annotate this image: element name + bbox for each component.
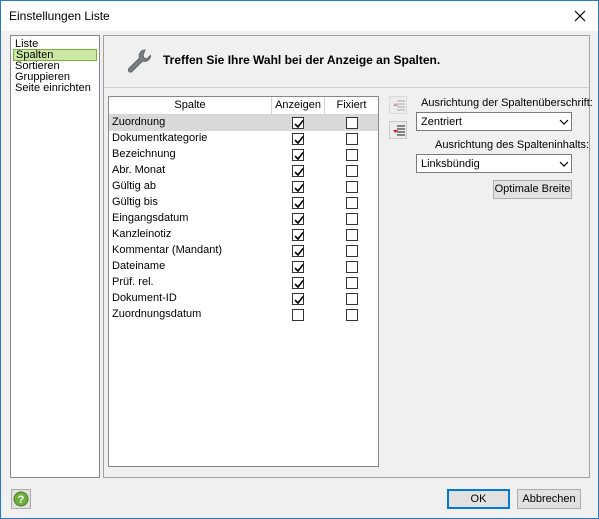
show-checkbox[interactable]: [292, 261, 304, 273]
fixed-checkbox[interactable]: [346, 181, 358, 193]
header-align-value: Zentriert: [421, 116, 462, 128]
row-column-name: Bezeichnung: [112, 148, 176, 160]
row-column-name: Prüf. rel.: [112, 276, 154, 288]
help-button[interactable]: ?: [11, 489, 31, 509]
table-row[interactable]: Gültig ab: [109, 179, 378, 195]
show-checkbox[interactable]: [292, 213, 304, 225]
fixed-checkbox[interactable]: [346, 261, 358, 273]
table-row[interactable]: Zuordnung: [109, 115, 378, 131]
show-checkbox[interactable]: [292, 293, 304, 305]
row-column-name: Dateiname: [112, 260, 166, 272]
table-row[interactable]: Zuordnungsdatum: [109, 307, 378, 323]
table-row[interactable]: Dokumentkategorie: [109, 131, 378, 147]
table-row[interactable]: Prüf. rel.: [109, 275, 378, 291]
show-checkbox[interactable]: [292, 181, 304, 193]
fixed-checkbox[interactable]: [346, 213, 358, 225]
title-bar: Einstellungen Liste: [1, 1, 598, 31]
show-checkbox[interactable]: [292, 117, 304, 129]
content-panel: Treffen Sie Ihre Wahl bei der Anzeige an…: [103, 35, 593, 478]
table-row[interactable]: Eingangsdatum: [109, 211, 378, 227]
table-row[interactable]: Dateiname: [109, 259, 378, 275]
panel-header: Treffen Sie Ihre Wahl bei der Anzeige an…: [104, 36, 589, 88]
svg-text:?: ?: [18, 494, 25, 506]
move-up-button[interactable]: [389, 96, 407, 114]
move-up-icon: [393, 100, 405, 111]
cancel-button[interactable]: Abbrechen: [517, 489, 581, 509]
header-align-select[interactable]: Zentriert: [416, 112, 572, 131]
row-column-name: Dokumentkategorie: [112, 132, 208, 144]
table-row[interactable]: Kanzleinotiz: [109, 227, 378, 243]
content-align-value: Linksbündig: [421, 158, 480, 170]
table-row[interactable]: Kommentar (Mandant): [109, 243, 378, 259]
table-row[interactable]: Dokument-ID: [109, 291, 378, 307]
close-icon: [574, 10, 586, 22]
column-header-anzeigen[interactable]: Anzeigen: [272, 97, 325, 115]
optimal-width-button[interactable]: Optimale Breite: [493, 180, 572, 199]
table-row[interactable]: Bezeichnung: [109, 147, 378, 163]
dialog-window: Einstellungen Liste Liste Spalten Sortie…: [0, 0, 599, 519]
column-header-spalte[interactable]: Spalte: [109, 97, 272, 115]
fixed-checkbox[interactable]: [346, 229, 358, 241]
fixed-checkbox[interactable]: [346, 293, 358, 305]
show-checkbox[interactable]: [292, 133, 304, 145]
chevron-down-icon: [555, 113, 571, 130]
close-button[interactable]: [562, 1, 598, 31]
content-align-label: Ausrichtung des Spalteninhalts:: [435, 139, 590, 151]
row-column-name: Kanzleinotiz: [112, 228, 172, 240]
move-down-button[interactable]: [389, 121, 407, 139]
chevron-down-icon: [555, 155, 571, 172]
row-column-name: Zuordnungsdatum: [112, 308, 202, 320]
row-column-name: Kommentar (Mandant): [112, 244, 223, 256]
table-row[interactable]: Abr. Monat: [109, 163, 378, 179]
fixed-checkbox[interactable]: [346, 149, 358, 161]
show-checkbox[interactable]: [292, 245, 304, 257]
fixed-checkbox[interactable]: [346, 117, 358, 129]
move-down-icon: [393, 125, 405, 136]
row-column-name: Abr. Monat: [112, 164, 166, 176]
ok-button[interactable]: OK: [447, 489, 510, 509]
row-column-name: Eingangsdatum: [112, 212, 189, 224]
row-column-name: Gültig bis: [112, 196, 158, 208]
show-checkbox[interactable]: [292, 277, 304, 289]
fixed-checkbox[interactable]: [346, 133, 358, 145]
fixed-checkbox[interactable]: [346, 165, 358, 177]
show-checkbox[interactable]: [292, 229, 304, 241]
columns-table: Spalte Anzeigen Fixiert Zuordnung Dokumen…: [108, 96, 379, 467]
wrench-icon: [127, 49, 152, 73]
window-title: Einstellungen Liste: [9, 9, 110, 23]
help-icon: ?: [13, 491, 29, 507]
show-checkbox[interactable]: [292, 197, 304, 209]
fixed-checkbox[interactable]: [346, 309, 358, 321]
panel-header-text: Treffen Sie Ihre Wahl bei der Anzeige an…: [163, 53, 441, 67]
fixed-checkbox[interactable]: [346, 245, 358, 257]
table-row[interactable]: Gültig bis: [109, 195, 378, 211]
column-header-fixiert[interactable]: Fixiert: [325, 97, 378, 115]
settings-nav: Liste Spalten Sortieren Gruppieren Seite…: [10, 35, 100, 478]
nav-item-seite-einrichten[interactable]: Seite einrichten: [13, 82, 97, 94]
row-column-name: Dokument-ID: [112, 292, 177, 304]
show-checkbox[interactable]: [292, 165, 304, 177]
row-column-name: Gültig ab: [112, 180, 157, 192]
header-align-label: Ausrichtung der Spaltenüberschrift:: [421, 97, 593, 109]
fixed-checkbox[interactable]: [346, 197, 358, 209]
content-align-select[interactable]: Linksbündig: [416, 154, 572, 173]
show-checkbox[interactable]: [292, 309, 304, 321]
show-checkbox[interactable]: [292, 149, 304, 161]
row-column-name: Zuordnung: [112, 116, 166, 128]
fixed-checkbox[interactable]: [346, 277, 358, 289]
